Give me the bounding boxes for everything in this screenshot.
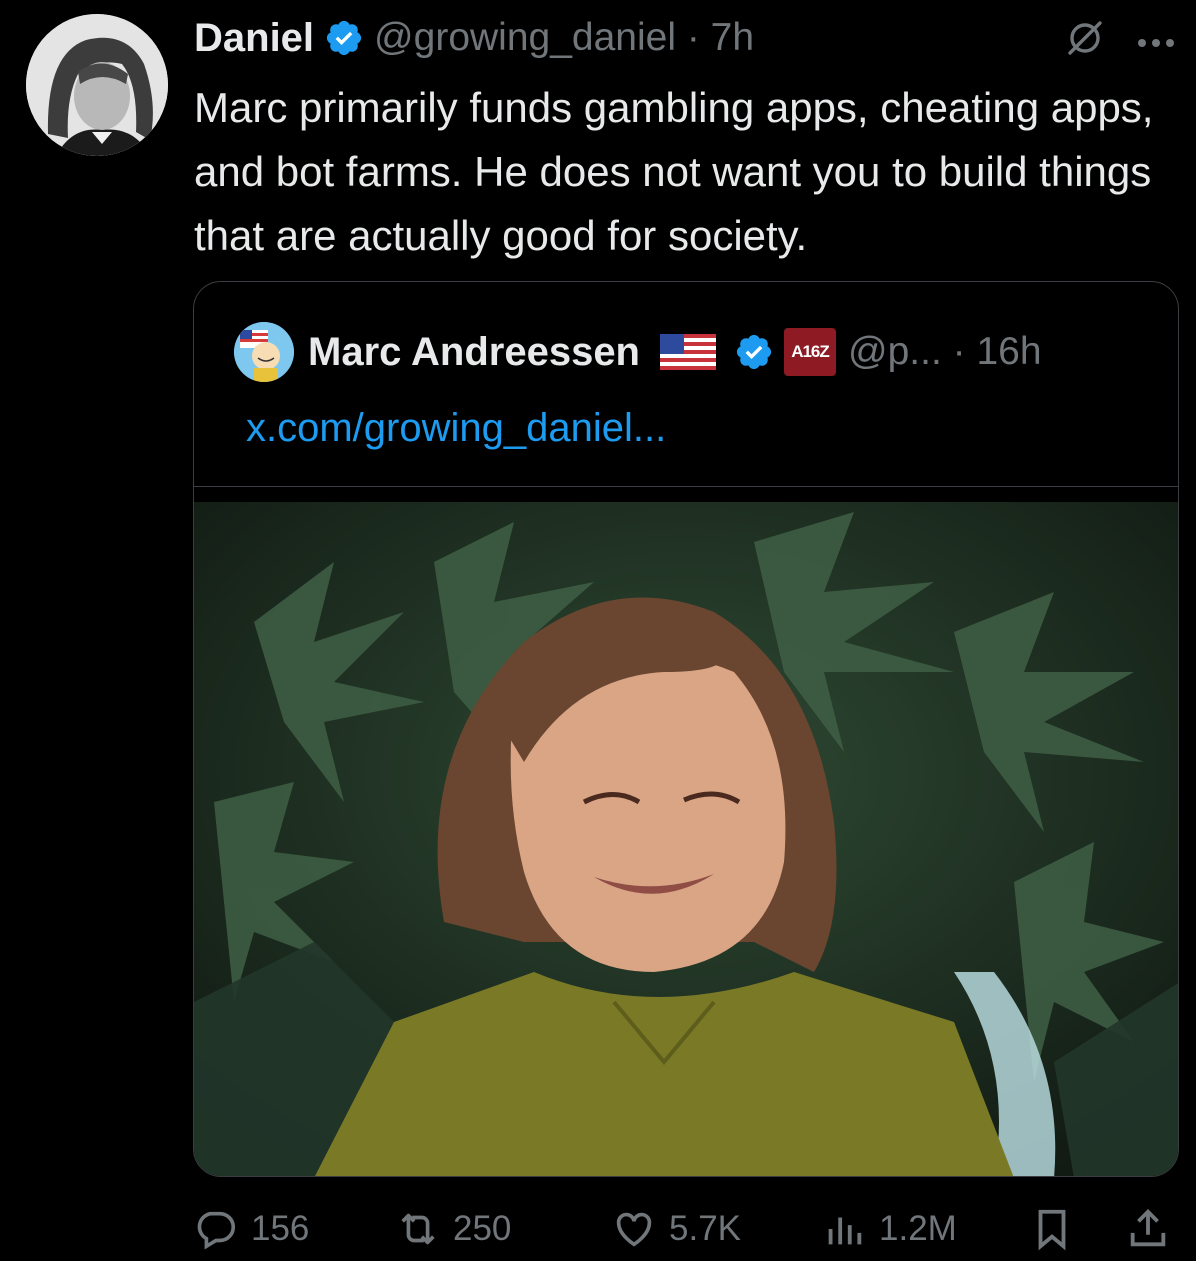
quoted-media-image[interactable] [194, 502, 1178, 1176]
quoted-verified-badge-icon [734, 332, 774, 372]
verified-badge-icon [324, 18, 364, 58]
more-options-icon[interactable] [1136, 22, 1176, 54]
us-flag-icon [660, 334, 716, 370]
grok-icon[interactable] [1064, 17, 1106, 59]
quoted-tweet-card[interactable]: Marc Andreessen A16Z @p... · 16h x.com/g… [193, 281, 1179, 1177]
bookmark-icon [1038, 1209, 1066, 1251]
like-count: 5.7K [669, 1209, 741, 1248]
quoted-author-handle-time[interactable]: @p... · 16h [848, 330, 1042, 374]
share-button[interactable] [1125, 1206, 1183, 1252]
quoted-divider [194, 486, 1178, 487]
heart-icon [616, 1212, 652, 1247]
repost-button[interactable]: 250 [395, 1206, 511, 1252]
affiliate-badge[interactable]: A16Z [784, 328, 836, 376]
tweet-action-bar: 156 250 5.7K 1.2M [193, 1196, 1179, 1261]
author-name[interactable]: Daniel [194, 16, 314, 61]
views-button[interactable]: 1.2M [821, 1206, 957, 1252]
tweet-text: Marc primarily funds gambling apps, chea… [194, 84, 1154, 259]
tweet-header: Daniel @growing_daniel · 7h [194, 12, 1176, 64]
like-button[interactable]: 5.7K [611, 1206, 741, 1252]
header-controls [1064, 17, 1176, 59]
reply-button[interactable]: 156 [193, 1206, 309, 1252]
quoted-author-avatar[interactable] [234, 322, 294, 382]
quoted-tweet-header: Marc Andreessen A16Z @p... · 16h [234, 322, 1042, 382]
reply-count: 156 [251, 1209, 310, 1248]
share-icon [1130, 1209, 1166, 1247]
bookmark-button[interactable] [1029, 1206, 1087, 1252]
reply-icon [197, 1211, 236, 1250]
quoted-author-name[interactable]: Marc Andreessen [308, 330, 640, 375]
views-count: 1.2M [879, 1209, 957, 1248]
repost-count: 250 [453, 1209, 512, 1248]
author-handle-time[interactable]: @growing_daniel · 7h [374, 16, 754, 60]
repost-icon [401, 1213, 435, 1245]
quoted-tweet-link[interactable]: x.com/growing_daniel... [246, 406, 666, 451]
author-avatar[interactable] [26, 14, 168, 156]
views-chart-icon [828, 1217, 862, 1245]
